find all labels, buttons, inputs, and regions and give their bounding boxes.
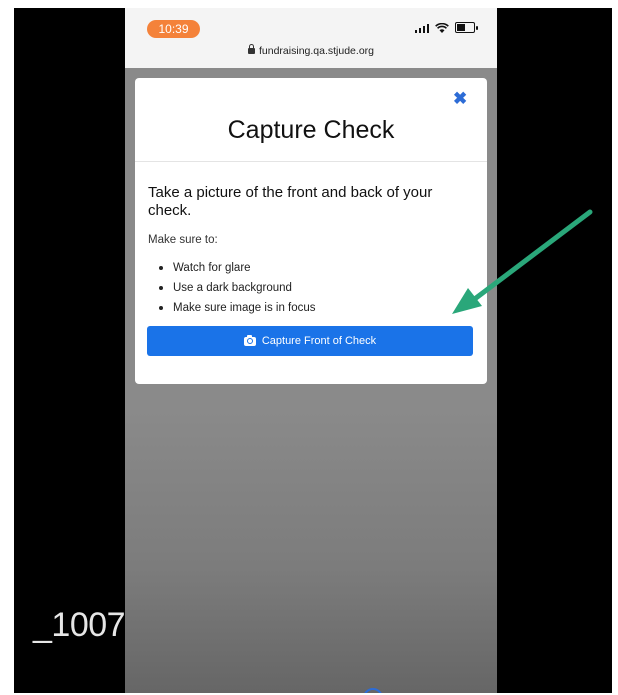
status-icons [414, 22, 478, 33]
wifi-icon [435, 22, 449, 33]
battery-icon [455, 22, 478, 33]
capture-front-button[interactable]: Capture Front of Check [147, 326, 473, 356]
phone-screen: 10:39 fundraising.qa.stjude.org ✖ Captur… [125, 8, 497, 693]
close-icon[interactable]: ✖ [453, 90, 467, 107]
status-bar: 10:39 fundraising.qa.stjude.org [125, 8, 497, 68]
instructions-heading: Take a picture of the front and back of … [148, 184, 433, 219]
signal-icon [414, 23, 429, 33]
bottom-circle-icon[interactable] [363, 688, 383, 693]
overlay-label: _1007 [33, 606, 126, 644]
lock-icon [248, 44, 255, 55]
url-text: fundraising.qa.stjude.org [259, 45, 374, 57]
tip-item: Make sure image is in focus [148, 298, 316, 318]
video-frame: 10:39 fundraising.qa.stjude.org ✖ Captur… [14, 8, 612, 693]
tips-list: Watch for glare Use a dark background Ma… [148, 258, 316, 318]
tip-item: Watch for glare [148, 258, 316, 278]
divider [135, 161, 487, 162]
tip-item: Use a dark background [148, 278, 316, 298]
make-sure-label: Make sure to: [148, 234, 218, 246]
capture-check-modal: ✖ Capture Check Take a picture of the fr… [135, 78, 487, 384]
address-bar[interactable]: fundraising.qa.stjude.org [125, 44, 497, 57]
capture-front-label: Capture Front of Check [261, 335, 377, 347]
modal-title: Capture Check [227, 116, 395, 144]
status-time: 10:39 [147, 20, 200, 38]
camera-icon [243, 334, 256, 346]
